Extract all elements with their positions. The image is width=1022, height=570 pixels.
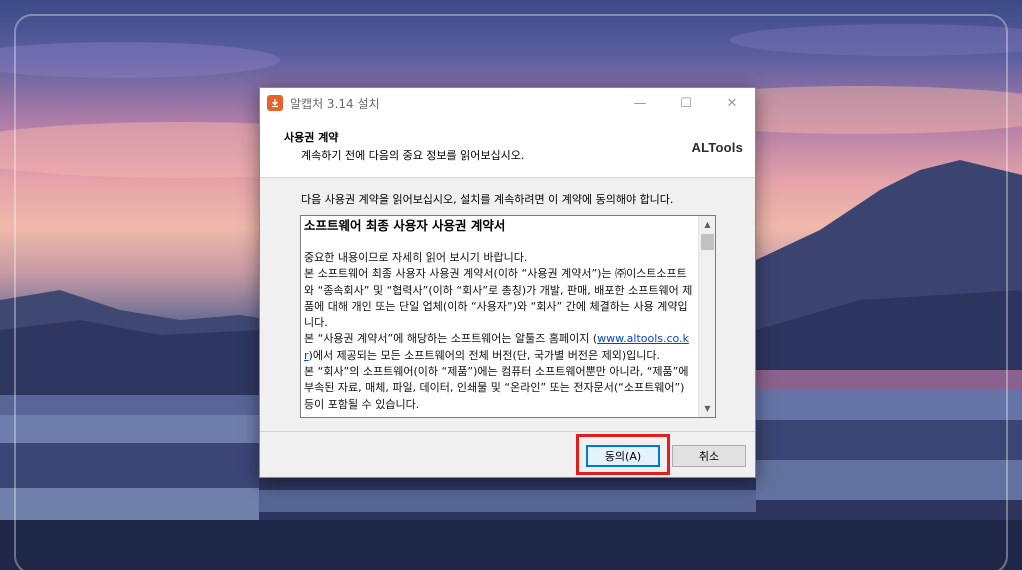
page-subtitle: 계속하기 전에 다음의 중요 정보를 읽어보십시오.	[301, 149, 525, 162]
download-arrow-icon	[272, 99, 278, 108]
license-paragraph: 본 “사용권 계약서”에 해당하는 소프트웨어는 알툴즈 홈페이지 (www.a…	[304, 331, 695, 364]
close-icon: ✕	[726, 95, 738, 111]
footer-divider	[260, 431, 755, 432]
window-title: 알캡처 3.14 설치	[290, 96, 380, 111]
instruction-text: 다음 사용권 계약을 읽어보십시오, 설치를 계속하려면 이 계약에 동의해야 …	[301, 193, 674, 206]
maximize-icon: ☐	[680, 95, 692, 111]
license-text: 본 “사용권 계약서”에 해당하는 소프트웨어는 알툴즈 홈페이지 (	[304, 332, 598, 346]
minimize-button[interactable]: —	[617, 88, 663, 118]
agree-button[interactable]: 동의(A)	[586, 445, 660, 467]
scroll-up-button[interactable]: ▲	[699, 216, 715, 233]
title-bar[interactable]: 알캡처 3.14 설치 — ☐ ✕	[260, 88, 755, 118]
close-button[interactable]: ✕	[709, 88, 755, 118]
chevron-up-icon: ▲	[704, 220, 711, 229]
license-intro: 중요한 내용이므로 자세히 읽어 보시기 바랍니다.	[304, 251, 528, 264]
page-title: 사용권 계약	[284, 131, 339, 144]
brand-logo: ALTools	[691, 140, 743, 155]
maximize-button[interactable]: ☐	[663, 88, 709, 118]
vertical-scrollbar[interactable]: ▲ ▼	[698, 216, 715, 417]
license-textbox[interactable]: 소프트웨어 최종 사용자 사용권 계약서 중요한 내용이므로 자세히 읽어 보시…	[300, 215, 716, 418]
license-content: 소프트웨어 최종 사용자 사용권 계약서 중요한 내용이므로 자세히 읽어 보시…	[301, 216, 698, 417]
wizard-header: 사용권 계약 계속하기 전에 다음의 중요 정보를 읽어보십시오. ALTool…	[260, 118, 755, 178]
license-text: )에서 제공되는 모든 소프트웨어의 전체 버전(단, 국가별 버전은 제외)입…	[308, 348, 660, 362]
license-paragraph: 본 “회사”의 소프트웨어(이하 “제품”)에는 컴퓨터 소프트웨어뿐만 아니라…	[304, 365, 689, 411]
scroll-down-button[interactable]: ▼	[699, 400, 715, 417]
license-heading: 소프트웨어 최종 사용자 사용권 계약서	[304, 218, 506, 233]
app-icon	[267, 95, 283, 111]
minimize-icon: —	[633, 95, 647, 111]
chevron-down-icon: ▼	[704, 404, 711, 413]
installer-window: 알캡처 3.14 설치 — ☐ ✕ 사용권 계약 계속하기 전에 다음의 중요 …	[259, 87, 756, 478]
scroll-thumb[interactable]	[701, 234, 714, 250]
cancel-button[interactable]: 취소	[672, 445, 746, 467]
license-paragraph: 본 소프트웨어 최종 사용자 사용권 계약서(이하 “사용권 계약서”)는 ㈜이…	[304, 267, 693, 330]
